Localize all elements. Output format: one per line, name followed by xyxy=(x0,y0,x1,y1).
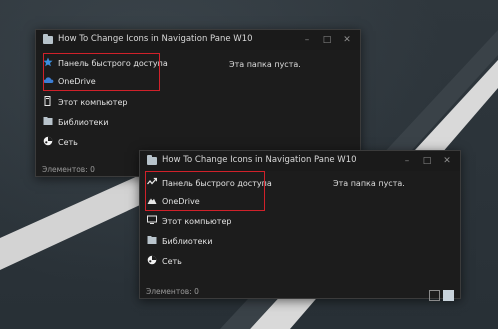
nav-item-libraries[interactable]: Библиотеки xyxy=(147,235,212,249)
highlight-box xyxy=(43,53,160,91)
nav-item-label: Библиотеки xyxy=(162,237,213,246)
libraries-icon xyxy=(43,116,53,126)
nav-item-this-pc[interactable]: Этот компьютер xyxy=(147,215,231,229)
status-bar-count: Элементов: 0 xyxy=(146,287,199,296)
view-toggle-group xyxy=(426,286,454,301)
maximize-button[interactable]: □ xyxy=(320,33,334,47)
minimize-button[interactable]: – xyxy=(300,33,314,47)
this-pc-icon xyxy=(43,96,53,106)
status-bar-count: Элементов: 0 xyxy=(42,165,95,174)
maximize-button[interactable]: □ xyxy=(420,154,434,168)
large-icons-view-button[interactable] xyxy=(443,290,454,301)
nav-item-label: Библиотеки xyxy=(58,118,109,127)
libraries-icon xyxy=(147,235,157,245)
folder-icon xyxy=(147,155,157,165)
this-pc-icon xyxy=(147,215,157,225)
empty-folder-message: Эта папка пуста. xyxy=(333,179,405,188)
details-view-button[interactable] xyxy=(429,290,440,301)
network-icon xyxy=(147,255,157,265)
explorer-window-2: How To Change Icons in Navigation Pane W… xyxy=(139,150,461,301)
highlight-box xyxy=(145,171,265,211)
title-bar[interactable]: How To Change Icons in Navigation Pane W… xyxy=(36,30,360,50)
nav-item-label: Этот компьютер xyxy=(162,217,232,226)
close-button[interactable]: ✕ xyxy=(440,154,454,168)
nav-item-network[interactable]: Сеть xyxy=(147,255,182,269)
network-icon xyxy=(43,136,53,146)
nav-item-label: Этот компьютер xyxy=(58,98,128,107)
window-title: How To Change Icons in Navigation Pane W… xyxy=(162,155,357,165)
title-bar[interactable]: How To Change Icons in Navigation Pane W… xyxy=(140,151,460,171)
nav-item-network[interactable]: Сеть xyxy=(43,136,78,150)
minimize-button[interactable]: – xyxy=(400,154,414,168)
nav-item-libraries[interactable]: Библиотеки xyxy=(43,116,108,130)
close-button[interactable]: ✕ xyxy=(340,33,354,47)
empty-folder-message: Эта папка пуста. xyxy=(229,60,301,69)
nav-item-this-pc[interactable]: Этот компьютер xyxy=(43,96,127,110)
nav-item-label: Сеть xyxy=(58,138,78,147)
nav-item-label: Сеть xyxy=(162,257,182,266)
window-title: How To Change Icons in Navigation Pane W… xyxy=(58,34,253,44)
folder-icon xyxy=(43,34,53,44)
